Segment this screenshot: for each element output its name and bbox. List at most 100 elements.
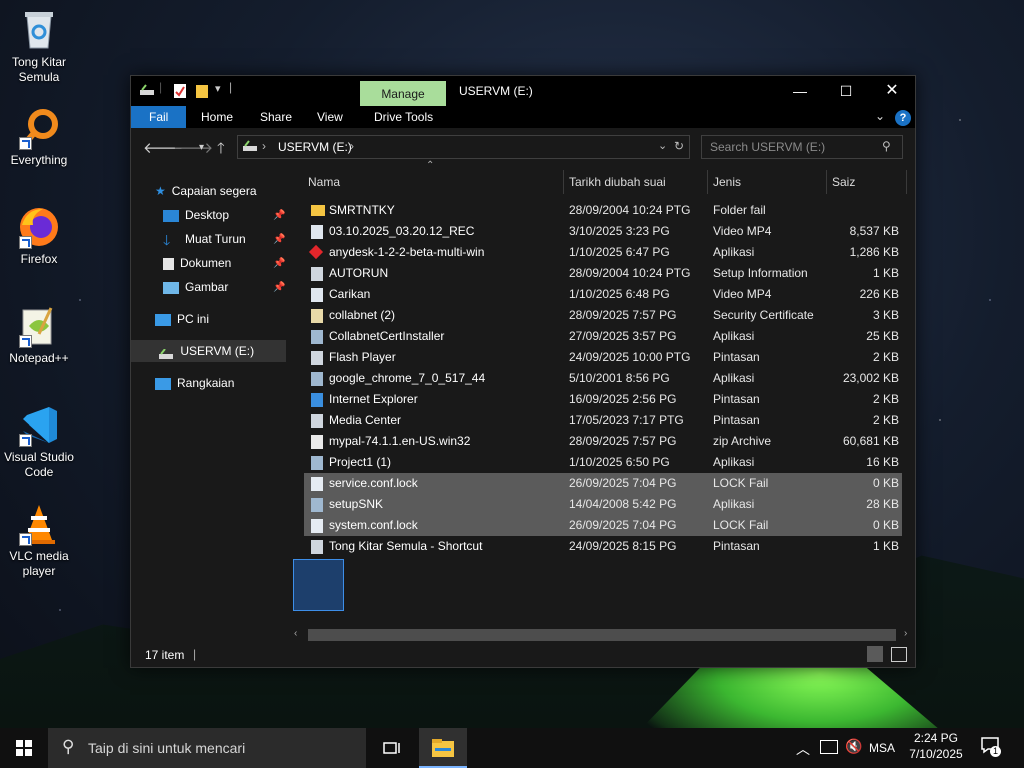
recent-locations-icon[interactable]: ▾ — [199, 142, 204, 153]
file-size: 16 KB — [866, 455, 899, 469]
file-row[interactable]: CollabnetCertInstaller 27/09/2025 3:57 PG… — [304, 326, 902, 347]
nav-quick-access[interactable]: ★ Capaian segera — [155, 180, 257, 202]
nav-drive-uservm[interactable]: USERVM (E:) — [131, 340, 286, 362]
address-dropdown-icon[interactable]: ⌄ — [658, 139, 667, 152]
desktop-folder-icon — [163, 209, 179, 222]
file-row[interactable]: service.conf.lock 26/09/2025 7:04 PG LOCK … — [304, 473, 902, 494]
column-header-size[interactable]: Saiz — [832, 170, 855, 194]
scroll-right-icon[interactable]: › — [904, 628, 907, 639]
pin-icon[interactable]: 📌 — [273, 282, 285, 293]
file-row[interactable]: Flash Player 24/09/2025 10:00 PTG Pintasan… — [304, 347, 902, 368]
file-row[interactable]: AUTORUN 28/09/2004 10:24 PTG Setup Informa… — [304, 263, 902, 284]
title-bar[interactable]: | ▾ | Manage USERVM (E:) — ☐ ✕ — [131, 76, 915, 106]
nav-item-pictures[interactable]: Gambar — [163, 276, 228, 298]
address-bar[interactable]: › USERVM (E:) › ⌄ ↻ — [237, 135, 690, 159]
network-status-icon[interactable] — [820, 740, 838, 754]
file-row[interactable]: Tong Kitar Semula - Shortcut 24/09/2025 8… — [304, 536, 902, 557]
refresh-icon[interactable]: ↻ — [674, 139, 684, 153]
column-header-date[interactable]: Tarikh diubah suai — [569, 170, 666, 194]
tab-home[interactable]: Home — [187, 106, 247, 128]
task-view-button[interactable] — [368, 728, 416, 768]
nav-item-documents[interactable]: Dokumen — [163, 252, 231, 274]
desktop-icon-vscode[interactable]: Visual Studio Code — [0, 403, 78, 480]
pin-icon[interactable]: 📌 — [273, 258, 285, 269]
file-row[interactable]: google_chrome_7_0_517_44 5/10/2001 8:56 P… — [304, 368, 902, 389]
file-row[interactable]: Internet Explorer 16/09/2025 2:56 PG Pinta… — [304, 389, 902, 410]
column-header-type[interactable]: Jenis — [713, 170, 741, 194]
scrollbar-thumb[interactable] — [308, 629, 896, 641]
file-size: 0 KB — [872, 476, 899, 490]
clock[interactable]: 2:24 PG 7/10/2025 — [904, 731, 968, 761]
tab-drive-tools[interactable]: Drive Tools — [360, 106, 447, 128]
breadcrumb-chevron-icon[interactable]: › — [262, 139, 266, 153]
desktop-icon-label: Visual Studio Code — [4, 450, 74, 479]
file-row[interactable]: system.conf.lock 26/09/2025 7:04 PG LOCK F… — [304, 515, 902, 536]
maximize-button[interactable]: ☐ — [823, 76, 869, 106]
file-row[interactable]: setupSNK 14/04/2008 5:42 PG Aplikasi 28 KB — [304, 494, 902, 515]
help-icon[interactable]: ? — [895, 110, 911, 126]
tab-view[interactable]: View — [303, 106, 357, 128]
computer-icon — [155, 313, 171, 326]
file-row[interactable]: SMRTNTKY 28/09/2004 10:24 PTG Folder fail — [304, 200, 902, 221]
file-name: system.conf.lock — [329, 518, 418, 532]
shortcut-file-icon — [311, 414, 323, 428]
close-button[interactable]: ✕ — [869, 76, 915, 106]
customize-qat-icon[interactable]: ▾ — [215, 82, 221, 95]
breadcrumb-drive[interactable]: USERVM (E:) — [278, 140, 352, 154]
tab-file[interactable]: Fail — [131, 106, 187, 128]
nav-network[interactable]: Rangkaian — [155, 372, 234, 394]
new-folder-icon[interactable] — [195, 83, 209, 102]
file-size: 226 KB — [859, 287, 899, 301]
nav-this-pc[interactable]: PC ini — [155, 308, 209, 330]
language-indicator[interactable]: MSA — [869, 741, 895, 755]
desktop-icon-vlc[interactable]: VLC media player — [0, 502, 78, 579]
properties-icon[interactable] — [173, 83, 187, 102]
start-button[interactable] — [0, 728, 48, 768]
file-name: SMRTNTKY — [329, 203, 395, 217]
up-arrow-icon[interactable]: 🡑 — [217, 138, 225, 163]
volume-muted-icon[interactable]: 🔇 — [845, 738, 862, 755]
desktop-icon-everything[interactable]: Everything — [0, 106, 78, 168]
shortcut-arrow-icon — [19, 335, 32, 348]
horizontal-scrollbar[interactable]: ‹ › — [290, 627, 915, 643]
desktop-icon-notepad-plus-plus[interactable]: Notepad++ — [0, 304, 78, 366]
file-date-modified: 28/09/2025 7:57 PG — [569, 434, 677, 448]
taskbar-file-explorer[interactable] — [419, 728, 467, 768]
file-row[interactable]: mypal-74.1.1.en-US.win32 28/09/2025 7:57 … — [304, 431, 902, 452]
tab-share[interactable]: Share — [246, 106, 306, 128]
ribbon-expand-icon[interactable]: ⌄ — [875, 109, 885, 123]
taskbar-search[interactable]: ⚲ Taip di sini untuk mencari — [48, 728, 366, 768]
file-date-modified: 14/04/2008 5:42 PG — [569, 497, 677, 511]
forward-arrow-icon[interactable]: 🡒 — [173, 138, 213, 157]
taskbar-search-input[interactable]: Taip di sini untuk mencari — [88, 740, 245, 756]
show-hidden-icons-icon[interactable]: ︿ — [796, 739, 810, 759]
search-box[interactable]: Search USERVM (E:) ⚲ — [701, 135, 903, 159]
certificate-icon — [311, 309, 323, 323]
file-row[interactable]: Media Center 17/05/2023 7:17 PTG Pintasan 2… — [304, 410, 902, 431]
scroll-left-icon[interactable]: ‹ — [294, 628, 297, 639]
drive-icon — [158, 346, 174, 359]
tab-manage[interactable]: Manage — [360, 81, 446, 106]
notification-center-button[interactable]: 1 — [980, 736, 1004, 760]
file-date-modified: 24/09/2025 8:15 PG — [569, 539, 677, 553]
file-row[interactable]: anydesk-1-2-2-beta-multi-win 1/10/2025 6:… — [304, 242, 902, 263]
details-view-icon[interactable] — [867, 646, 883, 662]
pin-icon[interactable]: 📌 — [273, 234, 285, 245]
pin-icon[interactable]: 📌 — [273, 210, 285, 221]
file-row[interactable]: Project1 (1) 1/10/2025 6:50 PG Aplikasi 16 … — [304, 452, 902, 473]
desktop-icon-firefox[interactable]: Firefox — [0, 205, 78, 267]
nav-item-desktop[interactable]: Desktop — [163, 204, 229, 226]
nav-item-downloads[interactable]: 🡓 Muat Turun — [163, 228, 246, 250]
breadcrumb-chevron-icon[interactable]: › — [350, 139, 354, 153]
minimize-button[interactable]: — — [777, 76, 823, 106]
file-row[interactable]: 03.10.2025_03.20.12_REC 3/10/2025 3:23 PG… — [304, 221, 902, 242]
search-input[interactable]: Search USERVM (E:) — [710, 140, 825, 154]
column-header-name[interactable]: Nama — [308, 170, 340, 194]
file-row[interactable]: collabnet (2) 28/09/2025 7:57 PG Security … — [304, 305, 902, 326]
large-icons-view-icon[interactable] — [891, 647, 907, 662]
file-row[interactable]: Carikan 1/10/2025 6:48 PG Video MP4 226 KB — [304, 284, 902, 305]
download-arrow-icon: 🡓 — [163, 231, 171, 248]
network-icon — [155, 377, 171, 390]
file-type: Pintasan — [713, 413, 760, 427]
desktop-icon-recycle-bin[interactable]: Tong Kitar Semula — [0, 8, 78, 85]
